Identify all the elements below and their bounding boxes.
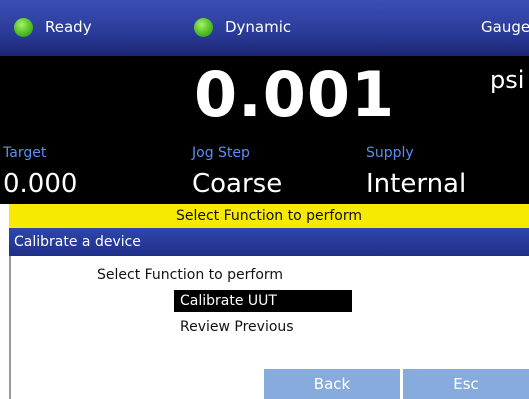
left-border bbox=[0, 204, 9, 399]
supply-label: Supply bbox=[366, 145, 414, 161]
status-dynamic-label: Dynamic bbox=[225, 18, 292, 36]
status-ready: Ready bbox=[14, 16, 92, 38]
pressure-value: 0.001 bbox=[194, 58, 396, 131]
status-gauge: Gauge bbox=[481, 16, 529, 38]
target-value[interactable]: 0.000 bbox=[3, 168, 77, 200]
status-bar: Ready Dynamic Gauge bbox=[0, 0, 529, 56]
dynamic-led-icon bbox=[194, 17, 213, 37]
prompt-bar: Select Function to perform bbox=[9, 204, 529, 228]
function-dialog: Select Function to perform Calibrate UUT… bbox=[9, 256, 529, 399]
supply-value[interactable]: Internal bbox=[366, 168, 466, 200]
back-button[interactable]: Back bbox=[264, 369, 400, 399]
jog-step-value[interactable]: Coarse bbox=[192, 168, 282, 200]
jog-step-label: Jog Step bbox=[192, 145, 250, 161]
pressure-readout: 0.001 psi Target 0.000 Jog Step Coarse S… bbox=[0, 56, 529, 204]
esc-button[interactable]: Esc bbox=[403, 369, 529, 399]
status-gauge-label: Gauge bbox=[481, 18, 529, 36]
dialog-title: Calibrate a device bbox=[9, 228, 529, 256]
dialog-heading: Select Function to perform bbox=[97, 267, 284, 283]
pressure-unit: psi bbox=[490, 66, 525, 94]
option-review-previous[interactable]: Review Previous bbox=[174, 316, 352, 338]
status-ready-label: Ready bbox=[45, 18, 92, 36]
status-dynamic: Dynamic bbox=[194, 16, 291, 38]
ready-led-icon bbox=[14, 17, 33, 37]
option-calibrate-uut[interactable]: Calibrate UUT bbox=[174, 290, 352, 312]
target-label: Target bbox=[3, 145, 47, 161]
dialog-left-rule bbox=[9, 256, 11, 399]
